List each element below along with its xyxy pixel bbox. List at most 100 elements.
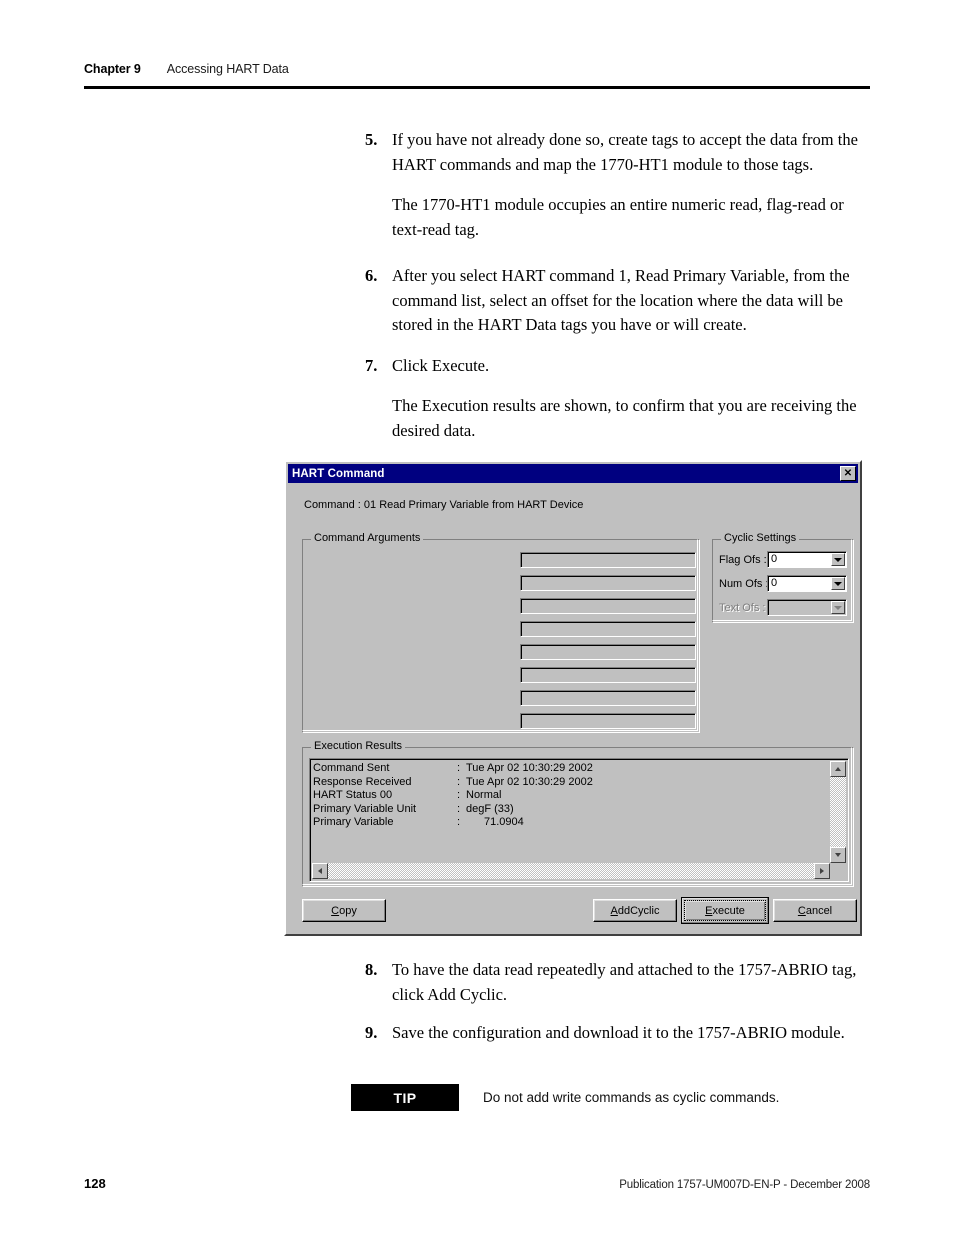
result-separator: :	[457, 762, 461, 774]
cancel-button-accel: C	[797, 904, 806, 917]
result-value: degF (33)	[466, 802, 514, 815]
list-item: 6. After you select HART command 1, Read…	[365, 264, 875, 338]
argument-input-2[interactable]	[520, 575, 696, 591]
execution-results-legend: Execution Results	[311, 741, 406, 752]
chapter-title: Accessing HART Data	[166, 62, 289, 76]
list-item: 8. To have the data read repeatedly and …	[365, 958, 875, 1007]
chapter-label: Chapter 9	[84, 62, 141, 76]
step-number: 5.	[365, 130, 378, 149]
scroll-right-icon[interactable]	[814, 863, 830, 879]
execution-results-content: Command Sent : Tue Apr 02 10:30:29 2002 …	[313, 762, 818, 830]
cancel-button[interactable]: Cancel	[773, 899, 857, 922]
text-offset-select	[767, 599, 847, 616]
table-row: Response Received : Tue Apr 02 10:30:29 …	[313, 776, 818, 790]
cancel-button-label: ancel	[805, 904, 833, 917]
result-key: Response Received	[313, 775, 412, 788]
publication-info: Publication 1757-UM007D-EN-P - December …	[619, 1179, 870, 1191]
scroll-down-icon[interactable]	[830, 847, 846, 863]
execution-results-listbox[interactable]: Command Sent : Tue Apr 02 10:30:29 2002 …	[309, 758, 849, 882]
result-key: Command Sent	[313, 762, 390, 774]
execution-results-group: Execution Results Command Sent : Tue Apr…	[302, 741, 854, 887]
flag-offset-label: Flag Ofs :	[719, 553, 767, 566]
horizontal-scroll-track[interactable]	[328, 863, 814, 879]
result-separator: :	[457, 789, 461, 801]
dialog-title: HART Command	[292, 467, 385, 480]
step-number: 6.	[365, 266, 378, 285]
hart-command-dialog[interactable]: HART Command ✕ Command : 01 Read Primary…	[284, 460, 862, 936]
result-separator: :	[457, 775, 461, 788]
page-number: 128	[84, 1176, 106, 1191]
step-number: 9.	[365, 1023, 378, 1042]
tip-text: Do not add write commands as cyclic comm…	[483, 1090, 780, 1105]
argument-input-8[interactable]	[520, 713, 696, 729]
chevron-down-icon[interactable]	[831, 553, 845, 566]
argument-input-5[interactable]	[520, 644, 696, 660]
execute-button-label: xecute	[712, 904, 745, 917]
copy-button[interactable]: Copy	[302, 899, 386, 922]
result-value: Tue Apr 02 10:30:29 2002	[466, 775, 593, 788]
add-cyclic-button[interactable]: AddCyclic	[593, 899, 677, 922]
flag-offset-select[interactable]: 0	[767, 551, 847, 568]
num-offset-label: Num Ofs :	[719, 577, 769, 590]
step-subtext: The 1770-HT1 module occupies an entire n…	[392, 195, 844, 239]
argument-input-1[interactable]	[520, 552, 696, 568]
table-row: Command Sent : Tue Apr 02 10:30:29 2002	[313, 762, 818, 776]
step-number: 8.	[365, 960, 378, 979]
result-value: Normal	[466, 789, 502, 801]
argument-input-4[interactable]	[520, 621, 696, 637]
copy-button-label: opy	[339, 904, 357, 917]
scroll-up-icon[interactable]	[830, 761, 846, 777]
add-cyclic-button-label: ddCyclic	[617, 904, 660, 917]
result-separator: :	[457, 816, 461, 828]
dialog-titlebar[interactable]: HART Command ✕	[288, 464, 858, 483]
copy-button-accel: C	[331, 904, 340, 917]
num-offset-value: 0	[771, 577, 778, 589]
execute-button-focus-ring: Execute	[684, 900, 766, 921]
command-description: Command : 01 Read Primary Variable from …	[304, 499, 584, 511]
step-number: 7.	[365, 355, 378, 375]
vertical-scroll-track[interactable]	[830, 777, 846, 847]
result-value: 71.0904	[484, 816, 524, 828]
result-value: Tue Apr 02 10:30:29 2002	[466, 762, 593, 774]
chevron-down-icon	[831, 601, 845, 614]
step-text: Click Execute.	[392, 355, 490, 375]
procedure-steps-upper: 5. If you have not already done so, crea…	[365, 128, 875, 443]
table-row: HART Status 00 : Normal	[313, 789, 818, 803]
cyclic-settings-legend: Cyclic Settings	[721, 533, 800, 544]
procedure-steps-lower: 8. To have the data read repeatedly and …	[365, 958, 875, 1046]
tip-badge: TIP	[351, 1084, 459, 1111]
cyclic-settings-group: Cyclic Settings Flag Ofs : 0 Num Ofs : 0…	[712, 533, 854, 623]
list-item: 7. Click Execute. The Execution results …	[365, 354, 875, 444]
results-vertical-scrollbar[interactable]	[830, 761, 846, 863]
command-arguments-group: Command Arguments	[302, 533, 700, 733]
list-item: 9. Save the configuration and download i…	[365, 1021, 875, 1046]
step-text: To have the data read repeatedly and att…	[392, 960, 857, 1004]
command-arguments-legend: Command Arguments	[311, 533, 424, 544]
result-key: Primary Variable Unit	[313, 802, 417, 815]
results-horizontal-scrollbar[interactable]	[312, 863, 830, 879]
chevron-down-icon[interactable]	[831, 577, 845, 590]
table-row: Primary Variable Unit : degF (33)	[313, 803, 818, 817]
num-offset-row: Num Ofs : 0	[719, 575, 849, 592]
result-key: Primary Variable	[313, 816, 394, 828]
argument-input-7[interactable]	[520, 690, 696, 706]
header-rule	[84, 86, 870, 89]
close-icon[interactable]: ✕	[840, 466, 856, 481]
flag-offset-value: 0	[771, 553, 778, 565]
add-cyclic-button-accel: A	[610, 904, 618, 917]
result-key: HART Status 00	[313, 789, 393, 801]
argument-input-3[interactable]	[520, 598, 696, 614]
result-separator: :	[457, 802, 461, 815]
num-offset-select[interactable]: 0	[767, 575, 847, 592]
page-footer: 128 Publication 1757-UM007D-EN-P - Decem…	[84, 1176, 870, 1191]
list-item: 5. If you have not already done so, crea…	[365, 128, 875, 242]
step-text: After you select HART command 1, Read Pr…	[392, 266, 850, 334]
text-offset-row: Text Ofs :	[719, 599, 849, 616]
table-row: Primary Variable : 71.0904	[313, 816, 818, 830]
tip-callout: TIP Do not add write commands as cyclic …	[351, 1084, 779, 1111]
scroll-left-icon[interactable]	[312, 863, 328, 879]
argument-input-6[interactable]	[520, 667, 696, 683]
execute-button[interactable]: Execute	[681, 897, 769, 924]
step-text: If you have not already done so, create …	[392, 130, 858, 174]
text-offset-label: Text Ofs :	[719, 601, 766, 614]
